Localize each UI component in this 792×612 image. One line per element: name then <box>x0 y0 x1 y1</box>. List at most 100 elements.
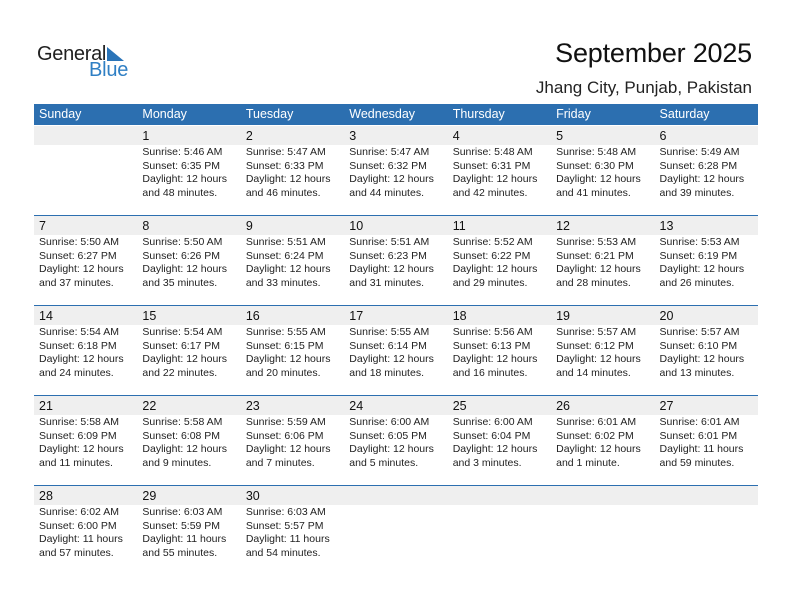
sunrise-text: Sunrise: 6:00 AM <box>349 416 430 428</box>
sunset-text: Sunset: 6:23 PM <box>349 249 427 262</box>
sunset-text: Sunset: 6:24 PM <box>245 249 324 262</box>
daylight-minutes-text: and 3 minutes. <box>452 456 522 469</box>
daylight-text: Daylight: 12 hours <box>39 443 124 455</box>
daylight-text: Daylight: 12 hours <box>142 173 228 185</box>
sunrise-text: Sunrise: 5:58 AM <box>39 416 119 428</box>
day-number: 29 <box>142 489 157 503</box>
sunset-text: Sunset: 6:32 PM <box>349 159 427 172</box>
page-title: September 2025 <box>555 38 752 68</box>
day-cell: 28 Sunrise: 6:02 AM Sunset: 6:00 PM Dayligh… <box>34 485 137 560</box>
sunset-text: Sunset: 6:30 PM <box>556 159 634 172</box>
sunset-text: Sunset: 6:02 PM <box>556 429 634 442</box>
daylight-text: Daylight: 12 hours <box>659 353 745 365</box>
day-cell: 20 Sunrise: 5:57 AM Sunset: 6:10 PM Dayligh… <box>655 305 758 380</box>
daylight-text: Daylight: 12 hours <box>142 263 228 275</box>
day-cell: 18 Sunrise: 5:56 AM Sunset: 6:13 PM Dayligh… <box>448 305 551 380</box>
sunrise-text: Sunrise: 5:48 AM <box>452 146 533 158</box>
daylight-text: Daylight: 12 hours <box>556 173 641 185</box>
day-cell: 13 Sunrise: 5:53 AM Sunset: 6:19 PM Dayligh… <box>655 215 758 290</box>
sunrise-text: Sunrise: 5:50 AM <box>142 236 223 248</box>
empty-day-cell <box>34 125 137 200</box>
day-number: 8 <box>142 219 150 233</box>
day-cell: 8 Sunrise: 5:50 AM Sunset: 6:26 PM Daylight… <box>137 215 240 290</box>
sunset-text: Sunset: 6:01 PM <box>659 429 738 442</box>
day-cell: 24 Sunrise: 6:00 AM Sunset: 6:05 PM Dayligh… <box>344 395 447 470</box>
sunrise-text: Sunrise: 5:55 AM <box>349 326 430 338</box>
daylight-text: Daylight: 12 hours <box>452 353 538 365</box>
empty-day-cell <box>655 485 758 560</box>
daylight-text: Daylight: 12 hours <box>349 443 434 455</box>
daylight-text: Daylight: 11 hours <box>142 533 227 545</box>
day-cell: 15 Sunrise: 5:54 AM Sunset: 6:17 PM Dayligh… <box>137 305 240 380</box>
day-cell: 9 Sunrise: 5:51 AM Sunset: 6:24 PM Daylight… <box>241 215 344 290</box>
sunset-text: Sunset: 6:21 PM <box>556 249 634 262</box>
sunset-text: Sunset: 6:31 PM <box>452 159 531 172</box>
day-number: 12 <box>556 219 571 233</box>
location-subtitle: Jhang City, Punjab, Pakistan <box>535 78 752 97</box>
daylight-minutes-text: and 13 minutes. <box>659 366 735 379</box>
weekday-header-row: Sunday Monday Tuesday Wednesday Thursday… <box>34 104 758 125</box>
day-cell: 17 Sunrise: 5:55 AM Sunset: 6:14 PM Dayligh… <box>344 305 447 380</box>
week-row: 21 Sunrise: 5:58 AM Sunset: 6:09 PM Dayligh… <box>34 395 758 485</box>
sunset-text: Sunset: 6:17 PM <box>142 339 221 352</box>
sunset-text: Sunset: 6:15 PM <box>245 339 324 352</box>
day-number: 24 <box>349 399 364 413</box>
sunrise-text: Sunrise: 5:55 AM <box>245 326 326 338</box>
daylight-minutes-text: and 44 minutes. <box>349 186 424 199</box>
day-cell: 16 Sunrise: 5:55 AM Sunset: 6:15 PM Dayligh… <box>241 305 344 380</box>
daylight-text: Daylight: 12 hours <box>39 263 124 275</box>
sunset-text: Sunset: 6:27 PM <box>39 249 117 262</box>
sunset-text: Sunset: 6:19 PM <box>659 249 738 262</box>
day-number: 5 <box>556 129 564 143</box>
day-number: 30 <box>245 489 260 503</box>
daylight-minutes-text: and 16 minutes. <box>452 366 528 379</box>
logo: General Blue <box>37 43 137 83</box>
week-cells: 21 Sunrise: 5:58 AM Sunset: 6:09 PM Dayligh… <box>34 395 758 470</box>
day-number: 14 <box>39 309 53 323</box>
daylight-minutes-text: and 11 minutes. <box>39 456 113 469</box>
sunset-text: Sunset: 6:14 PM <box>349 339 427 352</box>
daylight-minutes-text: and 39 minutes. <box>659 186 735 199</box>
day-number: 18 <box>452 309 467 323</box>
day-cell: 11 Sunrise: 5:52 AM Sunset: 6:22 PM Dayligh… <box>448 215 551 290</box>
day-cell: 1 Sunrise: 5:46 AM Sunset: 6:35 PM Daylight… <box>137 125 240 200</box>
empty-day-cell <box>344 485 447 560</box>
sunrise-text: Sunrise: 5:57 AM <box>659 326 740 338</box>
week-row: 28 Sunrise: 6:02 AM Sunset: 6:00 PM Dayligh… <box>34 485 758 575</box>
week-row: 7 Sunrise: 5:50 AM Sunset: 6:27 PM Daylight… <box>34 215 758 305</box>
sunset-text: Sunset: 6:33 PM <box>245 159 324 172</box>
week-cells: 28 Sunrise: 6:02 AM Sunset: 6:00 PM Dayligh… <box>34 485 758 560</box>
sunrise-text: Sunrise: 5:51 AM <box>349 236 430 248</box>
daylight-minutes-text: and 46 minutes. <box>245 186 321 199</box>
sunrise-text: Sunrise: 5:48 AM <box>556 146 637 158</box>
day-number: 28 <box>39 489 53 503</box>
day-cell: 2 Sunrise: 5:47 AM Sunset: 6:33 PM Daylight… <box>241 125 344 200</box>
daylight-minutes-text: and 48 minutes. <box>142 186 218 199</box>
sunset-text: Sunset: 6:04 PM <box>452 429 531 442</box>
day-number: 4 <box>452 129 460 143</box>
week-row: 1 Sunrise: 5:46 AM Sunset: 6:35 PM Daylight… <box>34 125 758 215</box>
daylight-minutes-text: and 59 minutes. <box>659 456 735 469</box>
day-number: 3 <box>349 129 357 143</box>
sunrise-text: Sunrise: 5:53 AM <box>556 236 637 248</box>
daylight-minutes-text: and 20 minutes. <box>245 366 321 379</box>
sunrise-text: Sunrise: 6:02 AM <box>39 506 119 518</box>
sunrise-text: Sunrise: 5:49 AM <box>659 146 740 158</box>
daylight-minutes-text: and 41 minutes. <box>556 186 631 199</box>
daylight-minutes-text: and 55 minutes. <box>142 546 218 559</box>
daylight-minutes-text: and 1 minute. <box>556 456 620 469</box>
sunset-text: Sunset: 6:13 PM <box>452 339 531 352</box>
weekday-monday: Monday <box>142 107 187 121</box>
sunset-text: Sunset: 6:28 PM <box>659 159 738 172</box>
day-number: 20 <box>659 309 674 323</box>
daylight-minutes-text: and 5 minutes. <box>349 456 419 469</box>
sunset-text: Sunset: 6:09 PM <box>39 429 117 442</box>
day-number: 1 <box>142 129 150 143</box>
daylight-minutes-text: and 28 minutes. <box>556 276 631 289</box>
sunrise-text: Sunrise: 5:50 AM <box>39 236 119 248</box>
sunrise-text: Sunrise: 5:47 AM <box>349 146 430 158</box>
weekday-tuesday: Tuesday <box>245 107 294 121</box>
sunset-text: Sunset: 6:08 PM <box>142 429 221 442</box>
daylight-text: Daylight: 12 hours <box>39 353 124 365</box>
week-row: 14 Sunrise: 5:54 AM Sunset: 6:18 PM Dayligh… <box>34 305 758 395</box>
